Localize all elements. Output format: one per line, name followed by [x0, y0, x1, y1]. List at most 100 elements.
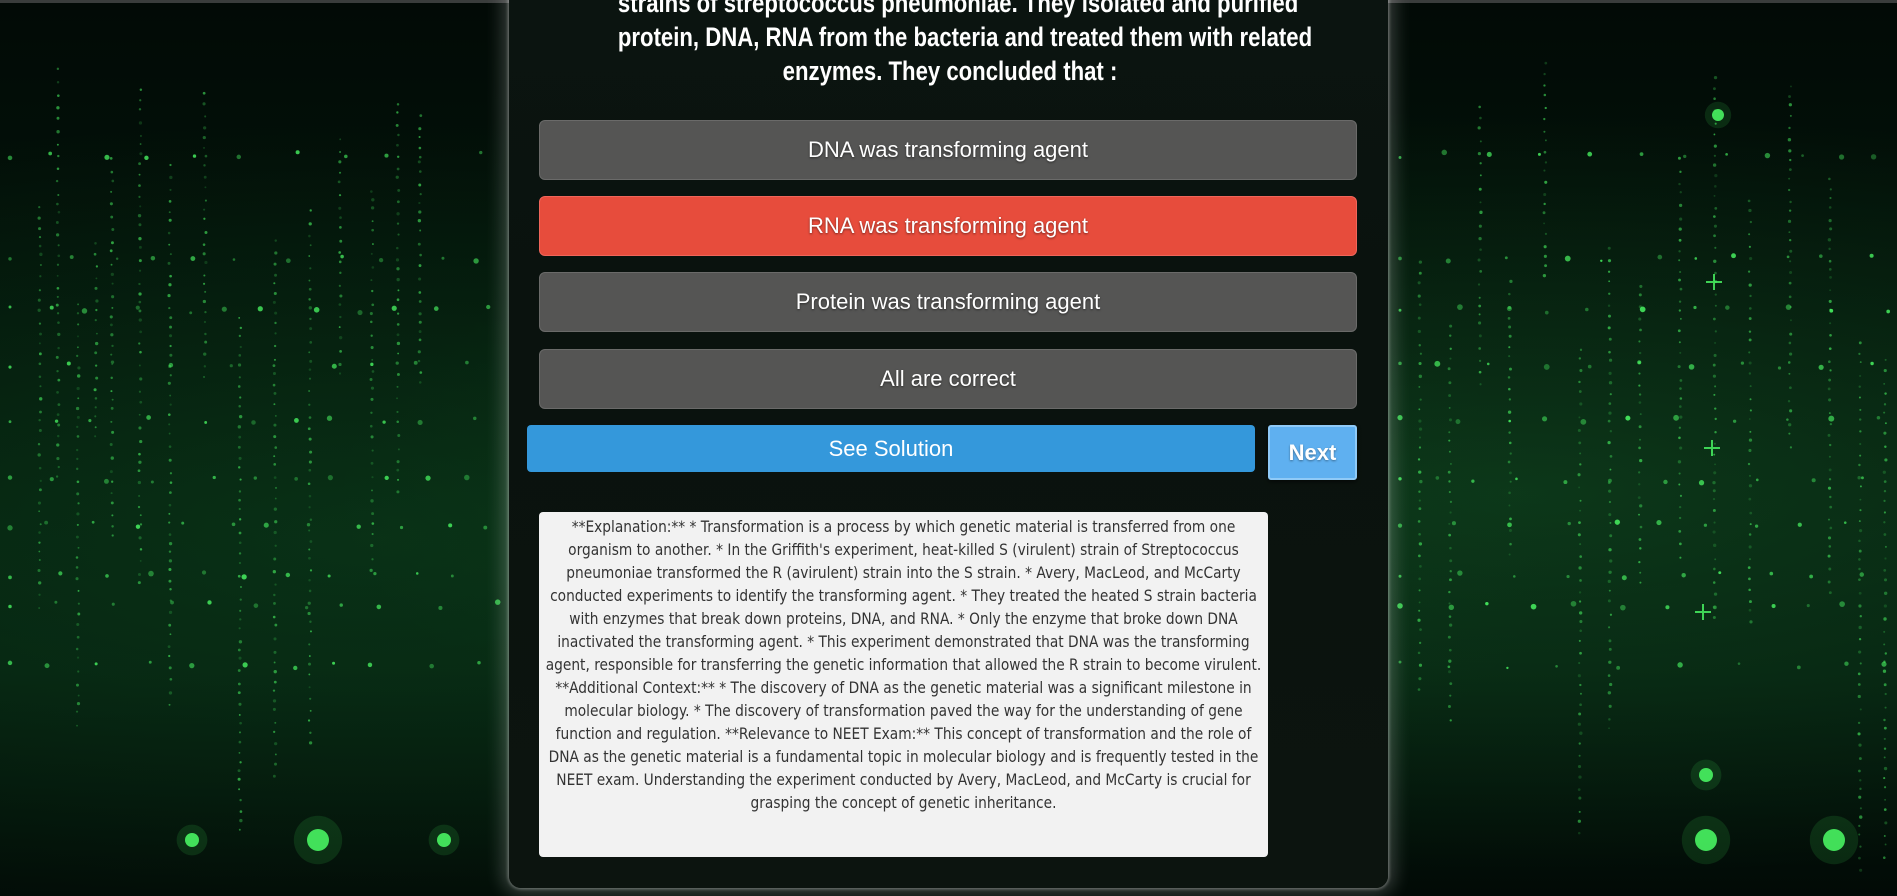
background-dot [1883, 499, 1886, 503]
option-button-2-wrong[interactable]: RNA was transforming agent [539, 196, 1357, 256]
background-dot [1419, 479, 1423, 484]
see-solution-button[interactable]: See Solution [527, 425, 1255, 472]
background-dot [1608, 626, 1611, 629]
background-dot [1828, 415, 1835, 422]
background-dot [202, 282, 206, 285]
background-dot [1828, 468, 1832, 472]
background-dot [1858, 341, 1862, 345]
background-dot [1638, 351, 1642, 355]
background-dot [38, 362, 42, 366]
background-dot [338, 194, 342, 197]
background-dot [204, 260, 208, 265]
background-dot [273, 455, 276, 458]
background-dot [57, 94, 60, 97]
background-dot [1883, 521, 1886, 524]
background-dot [294, 477, 298, 481]
background-dot [1801, 154, 1804, 157]
option-button-4[interactable]: All are correct [539, 349, 1357, 409]
background-dot [168, 503, 172, 507]
background-dot [1828, 360, 1831, 363]
background-dot [1828, 268, 1832, 271]
background-dot [309, 540, 313, 543]
background-dot [69, 255, 74, 259]
background-dot [1886, 309, 1891, 314]
background-dot [1828, 518, 1830, 521]
background-dot [54, 419, 59, 423]
background-dot [338, 362, 342, 367]
background-dot [419, 192, 422, 196]
background-dot [1829, 369, 1832, 372]
background-dot [1884, 422, 1887, 425]
background-dot [1448, 439, 1451, 442]
background-dot [1828, 177, 1831, 181]
background-dot [1419, 398, 1422, 401]
background-dot [56, 369, 59, 373]
background-dot [417, 242, 421, 246]
background-dot [139, 523, 143, 526]
background-dot [331, 363, 337, 369]
background-dot [75, 577, 79, 581]
next-button[interactable]: Next [1268, 425, 1357, 480]
background-dot [1748, 438, 1753, 442]
background-dot [1607, 259, 1612, 263]
background-dot [1828, 412, 1831, 414]
background-dot [1608, 489, 1612, 493]
background-dot [111, 295, 115, 299]
background-dot [203, 175, 207, 179]
background-dot [239, 609, 242, 612]
background-dot [95, 376, 99, 380]
background-dot [137, 469, 141, 473]
option-button-1[interactable]: DNA was transforming agent [539, 120, 1357, 180]
background-dot [1577, 473, 1581, 477]
background-dot [339, 239, 343, 243]
background-dot [339, 216, 342, 219]
background-dot [76, 724, 78, 727]
background-dot [370, 543, 374, 548]
background-dot [274, 273, 278, 277]
background-dot [168, 691, 173, 695]
background-dot [238, 414, 243, 419]
background-dot [238, 751, 241, 754]
background-dot [1657, 254, 1663, 260]
background-dot [1679, 191, 1682, 194]
background-dot [370, 346, 374, 350]
option-button-3[interactable]: Protein was transforming agent [539, 272, 1357, 332]
background-dot [396, 277, 400, 282]
background-dot [419, 253, 422, 257]
background-dot [75, 556, 79, 559]
background-dot [1418, 271, 1422, 275]
background-dot [238, 561, 242, 565]
background-dot [1543, 245, 1547, 249]
background-dot [38, 235, 42, 239]
background-dot [1509, 452, 1512, 455]
background-dot [1748, 533, 1752, 536]
background-dot [1883, 835, 1886, 837]
background-dot [38, 342, 41, 345]
background-dot [239, 598, 242, 601]
background-dot [1883, 737, 1886, 741]
background-dot [1608, 589, 1611, 592]
background-dot [238, 317, 241, 319]
background-dot [1777, 366, 1782, 370]
background-dot [105, 574, 109, 578]
background-dot [1749, 409, 1752, 412]
background-dot [239, 396, 242, 399]
background-dot [309, 630, 312, 633]
background-dot [396, 246, 399, 250]
background-dot [1712, 317, 1716, 321]
background-dot [1579, 369, 1583, 373]
background-dot [1785, 304, 1792, 310]
background-dot [238, 334, 241, 338]
background-dot [338, 260, 342, 264]
background-dot [1694, 257, 1698, 260]
background-dot [139, 514, 142, 517]
background-dot [396, 267, 400, 271]
background-dot [1578, 357, 1582, 360]
background-dot [1857, 683, 1861, 686]
background-dot [75, 467, 79, 471]
background-dot [1418, 542, 1423, 546]
background-dot [1608, 660, 1612, 664]
background-dot [204, 186, 207, 189]
background-dot [39, 252, 43, 257]
background-dot [76, 512, 80, 516]
